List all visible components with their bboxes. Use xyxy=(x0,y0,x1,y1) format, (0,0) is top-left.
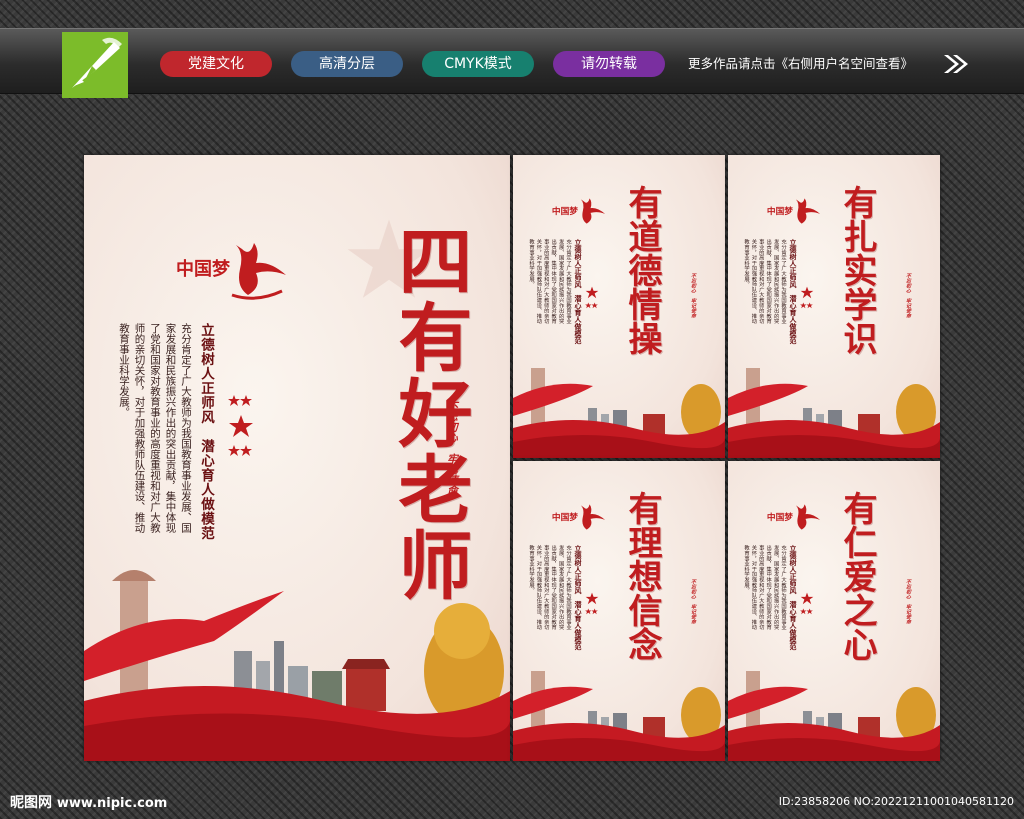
stars-decoration-icon xyxy=(228,395,253,456)
stars-decoration-icon xyxy=(800,286,814,309)
slogan-vertical: 立德树人正师风 潜心育人做模范 xyxy=(789,239,798,344)
poster-small-2: 中国梦 立德树人正师风 潜心育人做模范 充分肯定了广大教师为我国教育事业发展、国… xyxy=(728,155,940,458)
stars-decoration-icon xyxy=(585,286,599,309)
stars-decoration-icon xyxy=(800,592,814,615)
poster-small-4: 中国梦 立德树人正师风 潜心育人做模范 充分肯定了广大教师为我国教育事业发展、国… xyxy=(728,461,940,761)
tag-hd-layers[interactable]: 高清分层 xyxy=(291,51,403,77)
china-dream-logo: 中国梦 xyxy=(767,504,821,530)
city-lion-scene xyxy=(513,368,725,458)
pen-logo-icon xyxy=(72,37,122,88)
seal-slogan: 不忘初心 牢记使命 xyxy=(905,273,911,318)
city-lion-scene xyxy=(728,368,940,458)
city-lion-scene xyxy=(513,671,725,761)
city-lion-scene xyxy=(84,570,510,761)
logo-text: 中国梦 xyxy=(176,258,231,280)
double-chevron-right-icon[interactable] xyxy=(942,52,970,76)
site-name-cn: 昵图网 xyxy=(10,795,52,811)
stars-decoration-icon xyxy=(585,592,599,615)
china-dream-logo: 中国梦 xyxy=(552,504,606,530)
slogan-vertical: 立德树人正师风 潜心育人做模范 xyxy=(574,545,583,650)
slogan-vertical: 立德树人正师风 潜心育人做模范 xyxy=(574,239,583,344)
logo-text: 中国梦 xyxy=(552,205,578,217)
logo-text: 中国梦 xyxy=(767,511,793,523)
body-text-vertical: 充分肯定了广大教师为我国教育事业发展、国家发展和民族振兴作出的突出贡献，集中体现… xyxy=(527,545,571,630)
body-text-vertical: 充分肯定了广大教师为我国教育事业发展、国家发展和民族振兴作出的突出贡献，集中体现… xyxy=(527,239,571,324)
poster-main: 中国梦 立德树人正师风 潜心育人做模范 充分肯定了广大教师为我国教育事业发展、国… xyxy=(84,155,510,761)
more-works-link[interactable]: 更多作品请点击《右侧用户名空间查看》 xyxy=(688,53,913,75)
slogan-vertical: 立德树人正师风 潜心育人做模范 xyxy=(789,545,798,650)
tag-no-repost[interactable]: 请勿转载 xyxy=(553,51,665,77)
site-watermark: 昵图网 www.nipic.com xyxy=(10,792,167,812)
body-text-vertical: 充分肯定了广大教师为我国教育事业发展、国家发展和民族振兴作出的突出贡献，集中体现… xyxy=(118,323,192,533)
logo-text: 中国梦 xyxy=(767,205,793,217)
poster-title: 有扎实学识 xyxy=(837,185,877,355)
seal-slogan: 不忘初心 牢记使命 xyxy=(446,401,458,496)
poster-small-3: 中国梦 立德树人正师风 潜心育人做模范 充分肯定了广大教师为我国教育事业发展、国… xyxy=(513,461,725,761)
seal-slogan: 不忘初心 牢记使命 xyxy=(905,579,911,624)
site-url: www.nipic.com xyxy=(56,796,168,811)
china-dream-logo: 中国梦 xyxy=(176,243,286,300)
poster-title: 有道德情操 xyxy=(622,185,662,355)
seal-slogan: 不忘初心 牢记使命 xyxy=(690,273,696,318)
seal-slogan: 不忘初心 牢记使命 xyxy=(690,579,696,624)
tag-party-culture[interactable]: 党建文化 xyxy=(160,51,272,77)
poster-small-1: 中国梦 立德树人正师风 潜心育人做模范 充分肯定了广大教师为我国教育事业发展、国… xyxy=(513,155,725,458)
logo-text: 中国梦 xyxy=(552,511,578,523)
city-lion-scene xyxy=(728,671,940,761)
tag-cmyk-mode[interactable]: CMYK模式 xyxy=(422,51,534,77)
image-id-text: ID:23858206 NO:20221211001040581120 xyxy=(778,795,1014,808)
body-text-vertical: 充分肯定了广大教师为我国教育事业发展、国家发展和民族振兴作出的突出贡献，集中体现… xyxy=(742,545,786,630)
poster-title: 有理想信念 xyxy=(622,491,662,661)
china-dream-logo: 中国梦 xyxy=(767,198,821,224)
china-dream-logo: 中国梦 xyxy=(552,198,606,224)
site-logo[interactable] xyxy=(62,32,128,98)
body-text-vertical: 充分肯定了广大教师为我国教育事业发展、国家发展和民族振兴作出的突出贡献，集中体现… xyxy=(742,239,786,324)
poster-title: 有仁爱之心 xyxy=(837,491,877,661)
slogan-vertical: 立德树人正师风 潜心育人做模范 xyxy=(198,323,214,541)
